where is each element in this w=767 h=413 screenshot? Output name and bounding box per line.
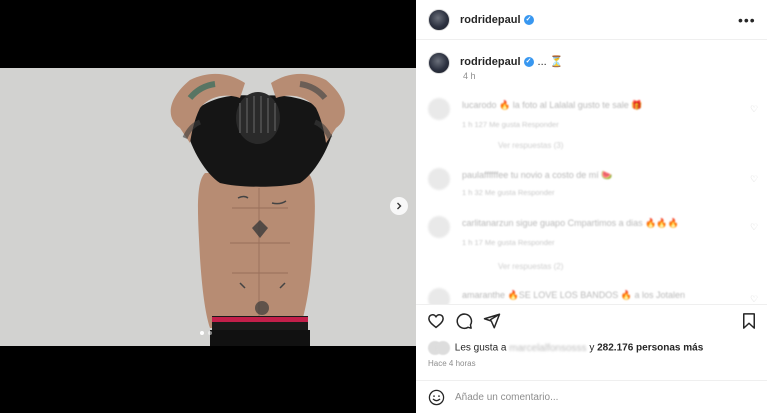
comment-like-icon[interactable]: ♡ (750, 222, 758, 233)
view-replies-link[interactable]: Ver respuestas (3) (498, 141, 563, 150)
caption: rodridepaul ✓... ⏳ (460, 55, 563, 68)
comment-meta: 1 h 17 Me gusta Responder (462, 238, 555, 247)
comment-text: amaranthe 🔥SE LOVE LOS BANDOS 🔥 a los Jo… (462, 290, 686, 300)
heart-icon[interactable] (427, 312, 445, 330)
comment-like-icon[interactable]: ♡ (750, 174, 758, 185)
comment-text: carlitanarzun sigue guapo Cmpartimos a d… (462, 218, 679, 228)
more-options-button[interactable]: ••• (738, 12, 756, 28)
comment-like-icon[interactable]: ♡ (750, 294, 758, 304)
post-details-panel: rodridepaul ✓ ••• rodridepaul ✓... ⏳ 4 h l… (416, 0, 767, 413)
carousel-dot (208, 331, 212, 335)
liker-avatar (436, 341, 450, 355)
author-name-text[interactable]: rodridepaul (460, 14, 521, 26)
author-username[interactable]: rodridepaul ✓ (460, 14, 534, 26)
carousel-dot-active (200, 331, 204, 335)
comments-list: lucarodo 🔥 la foto al Lalalal gusto te s… (416, 92, 767, 304)
chevron-right-icon (397, 202, 402, 210)
share-icon[interactable] (483, 312, 501, 330)
caption-timestamp[interactable]: 4 h (463, 71, 476, 81)
author-avatar[interactable] (428, 9, 450, 31)
caption-author-name[interactable]: rodridepaul (460, 56, 521, 68)
view-replies-link[interactable]: Ver respuestas (2) (498, 262, 563, 271)
divider (416, 304, 767, 305)
caption-text: ... ⏳ (537, 56, 564, 68)
comment-meta: 1 h 32 Me gusta Responder (462, 188, 555, 197)
comment-avatar[interactable] (428, 98, 450, 120)
post-photo (0, 68, 416, 346)
bookmark-icon[interactable] (740, 312, 758, 330)
post-header: rodridepaul ✓ ••• (416, 0, 767, 40)
verified-badge-icon: ✓ (523, 57, 534, 68)
likes-connector: y (589, 342, 595, 354)
action-bar (416, 312, 767, 334)
likes-prefix: Les gusta a (454, 342, 507, 354)
post-photo-illustration (0, 68, 416, 346)
verified-badge-icon: ✓ (523, 15, 534, 26)
liker-username[interactable]: marcelalfonsosss (509, 343, 586, 354)
likes-summary: Les gusta a marcelalfonsosss y 282.176 p… (428, 341, 703, 355)
carousel-next-button[interactable] (390, 197, 408, 215)
comment-input[interactable] (455, 389, 755, 406)
emoji-icon[interactable] (428, 389, 445, 406)
add-comment-bar (416, 380, 767, 413)
comment-like-icon[interactable]: ♡ (750, 104, 758, 115)
comment-avatar[interactable] (428, 288, 450, 304)
comment-meta: 1 h 127 Me gusta Responder (462, 120, 559, 129)
comment-avatar[interactable] (428, 168, 450, 190)
likes-count-link[interactable]: 282.176 personas más (597, 343, 703, 354)
post-media-pane (0, 0, 416, 413)
comment-text: lucarodo 🔥 la foto al Lalalal gusto te s… (462, 100, 643, 110)
carousel-indicator (200, 331, 212, 335)
comment-icon[interactable] (455, 312, 473, 330)
caption-author-avatar[interactable] (428, 52, 450, 74)
comment-avatar[interactable] (428, 216, 450, 238)
post-time-ago[interactable]: Hace 4 horas (428, 359, 476, 368)
instagram-post-view: rodridepaul ✓ ••• rodridepaul ✓... ⏳ 4 h l… (0, 0, 767, 413)
comment-text: paulaffffffee tu novio a costo de mí 🍉 (462, 170, 613, 180)
